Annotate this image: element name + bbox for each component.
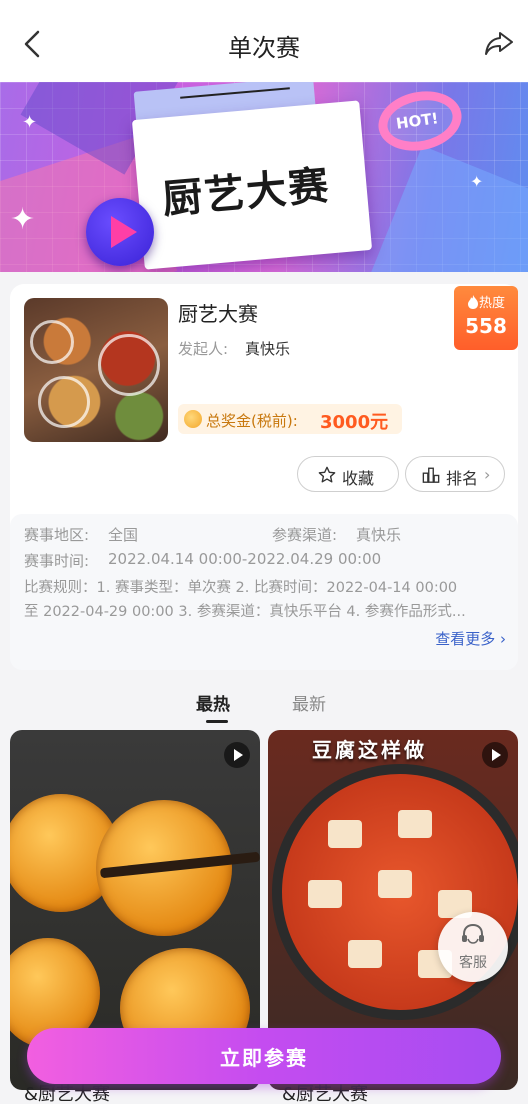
contest-details: 赛事地区: 全国 参赛渠道: 真快乐 赛事时间: 2022.04.14 00:0…	[10, 514, 518, 670]
sparkle-icon: ✦	[22, 112, 38, 133]
video-overlay-text: 豆腐这样做	[312, 738, 427, 762]
ranking-label: 排名	[446, 469, 479, 488]
tab-hottest[interactable]: 最热	[196, 690, 230, 715]
contest-banner[interactable]: 厨艺大赛 HOT! ✦ ✦ ✦	[0, 82, 528, 272]
heat-value: 558	[465, 314, 507, 338]
dish-plate	[38, 376, 90, 428]
feed-tabs: 最热 最新	[0, 680, 528, 726]
join-contest-label: 立即参赛	[220, 1046, 308, 1070]
chevron-right-icon: ›	[484, 465, 491, 484]
sparkle-icon: ✦	[10, 202, 36, 237]
prize-pool: 总奖金(税前): 3000元	[178, 404, 402, 434]
customer-service-label: 客服	[459, 955, 487, 971]
tofu	[348, 940, 382, 968]
sparkle-icon: ✦	[470, 172, 484, 191]
organizer-label: 发起人:	[178, 340, 229, 358]
ranking-icon	[422, 467, 440, 483]
view-more-link[interactable]: 查看更多 ›	[435, 628, 506, 649]
prize-value: 3000元	[320, 412, 389, 433]
favorite-label: 收藏	[342, 469, 375, 488]
coin-icon	[184, 410, 202, 428]
tofu	[398, 810, 432, 838]
video-play-icon	[224, 742, 250, 768]
heat-label: 热度	[454, 292, 518, 311]
contest-name: 厨艺大赛	[178, 302, 258, 326]
channel-value: 真快乐	[356, 526, 402, 544]
tofu	[378, 870, 412, 898]
star-icon	[318, 466, 336, 483]
tofu	[308, 880, 342, 908]
video-play-icon	[482, 742, 508, 768]
share-icon[interactable]	[482, 26, 516, 60]
region-value: 全国	[108, 526, 139, 544]
region-label: 赛事地区:	[24, 526, 90, 544]
join-contest-button[interactable]: 立即参赛	[27, 1028, 501, 1084]
contest-info-card: 厨艺大赛 发起人: 真快乐 热度 558 总奖金(税前): 3000元 收藏 排…	[10, 284, 518, 670]
channel-label: 参赛渠道:	[272, 526, 338, 544]
tofu	[328, 820, 362, 848]
rules-line: 比赛规则：1. 赛事类型：单次赛 2. 比赛时间：2022-04-14 00:0…	[24, 580, 458, 596]
play-icon	[86, 198, 154, 266]
favorite-button[interactable]: 收藏	[297, 456, 399, 492]
page-title: 单次赛	[228, 34, 300, 62]
heat-badge: 热度 558	[454, 286, 518, 350]
time-value: 2022.04.14 00:00-2022.04.29 00:00	[108, 550, 382, 568]
headset-icon	[462, 923, 484, 944]
top-bar: 单次赛	[0, 0, 528, 84]
contest-thumbnail	[24, 298, 168, 442]
flame-icon	[467, 295, 478, 309]
rules-line: 至 2022-04-29 00:00 3. 参赛渠道：真快乐平台 4. 参赛作品…	[24, 604, 466, 620]
prize-label: 总奖金(税前):	[206, 412, 298, 430]
organizer-name[interactable]: 真快乐	[245, 338, 290, 359]
dish-plate	[30, 320, 74, 364]
time-label: 赛事时间:	[24, 552, 90, 570]
tab-active-indicator	[206, 720, 228, 723]
ranking-button[interactable]: 排名 ›	[405, 456, 505, 492]
dish-plate	[98, 334, 160, 396]
tab-latest[interactable]: 最新	[292, 690, 326, 715]
customer-service-button[interactable]: 客服	[438, 912, 508, 982]
